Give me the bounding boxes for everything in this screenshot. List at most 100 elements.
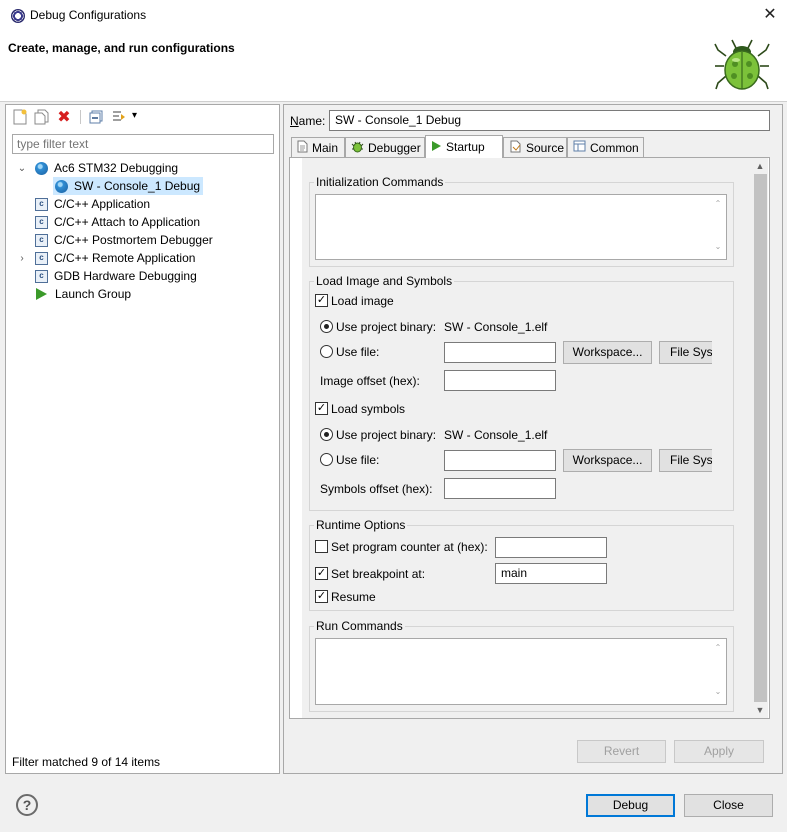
group-title: Initialization Commands (314, 175, 446, 189)
use-file-label: Use file: (336, 453, 380, 467)
duplicate-icon[interactable] (33, 108, 51, 126)
scrollbar-thumb[interactable] (754, 174, 767, 702)
expand-chevron-right-icon[interactable]: › (17, 253, 27, 264)
c-launch-icon: c (35, 197, 48, 211)
set-breakpoint-checkbox[interactable]: ✓ (315, 567, 328, 580)
collapse-all-icon[interactable] (87, 108, 105, 126)
image-use-project-binary-radio[interactable] (320, 320, 333, 333)
tab-common[interactable]: Common (567, 137, 644, 157)
image-workspace-button[interactable]: Workspace... (563, 341, 652, 364)
tab-label: Main (312, 140, 339, 155)
name-label: Name: (290, 114, 326, 128)
textarea-scroll-down-icon[interactable]: ⌄ (711, 687, 725, 696)
tree-item-cpp-attach[interactable]: c C/C++ Attach to Application (17, 213, 279, 231)
symbols-offset-input[interactable] (444, 478, 556, 499)
initialization-commands-textarea[interactable] (315, 194, 727, 260)
textarea-scroll-down-icon[interactable]: ⌄ (711, 242, 725, 251)
image-use-file-radio[interactable] (320, 345, 333, 358)
image-binary-value: SW - Console_1.elf (444, 320, 548, 334)
tree-item-label: C/C++ Application (54, 197, 151, 211)
load-image-symbols-group (309, 281, 734, 511)
filter-status: Filter matched 9 of 14 items (12, 755, 161, 769)
program-counter-input[interactable] (495, 537, 607, 558)
radio-selected-dot (324, 432, 329, 437)
tree-item-label: SW - Console_1 Debug (74, 179, 201, 193)
new-configuration-icon[interactable] (11, 108, 29, 126)
window-title: Debug Configurations (30, 8, 147, 22)
tab-label: Startup (446, 140, 485, 154)
tab-label: Source (526, 140, 565, 155)
tree-item-label: GDB Hardware Debugging (54, 269, 197, 283)
view-menu-chevron-down-icon[interactable]: ▾ (132, 110, 137, 121)
group-title: Runtime Options (314, 518, 408, 532)
tab-label: Debugger (368, 140, 421, 155)
set-program-counter-label: Set program counter at (hex): (331, 540, 488, 554)
symbols-offset-label: Symbols offset (hex): (320, 482, 433, 496)
common-icon (573, 140, 586, 155)
scroll-up-icon[interactable]: ▲ (752, 158, 768, 174)
selected-item-highlight: SW - Console_1 Debug (53, 177, 204, 195)
symbols-file-input[interactable] (444, 450, 556, 471)
tree-item-label: C/C++ Remote Application (54, 251, 196, 265)
symbols-workspace-button[interactable]: Workspace... (563, 449, 652, 472)
configuration-name-input[interactable]: SW - Console_1 Debug (329, 110, 770, 131)
tree-item-label: Launch Group (55, 287, 132, 301)
tree-item-sw-console-debug[interactable]: SW - Console_1 Debug (17, 177, 279, 195)
resume-checkbox[interactable]: ✓ (315, 590, 328, 603)
image-file-system-button[interactable]: File Syst (659, 341, 712, 364)
tab-debugger[interactable]: Debugger (345, 137, 425, 157)
textarea-scroll-up-icon[interactable]: ⌃ (711, 643, 725, 652)
load-symbols-checkbox[interactable]: ✓ (315, 402, 328, 415)
debug-bug-icon (714, 39, 770, 90)
filter-icon[interactable] (110, 108, 128, 126)
globe-icon (35, 161, 48, 175)
textarea-scroll-up-icon[interactable]: ⌃ (711, 199, 725, 208)
tree-item-launch-group[interactable]: Launch Group (17, 285, 279, 303)
image-offset-label: Image offset (hex): (320, 374, 420, 388)
tab-source[interactable]: Source (503, 137, 567, 157)
load-image-checkbox[interactable]: ✓ (315, 294, 328, 307)
use-project-binary-label: Use project binary: (336, 320, 437, 334)
banner-title: Create, manage, and run configurations (8, 41, 235, 55)
radio-selected-dot (324, 324, 329, 329)
scroll-down-icon[interactable]: ▼ (752, 702, 768, 718)
close-button[interactable]: Close (684, 794, 773, 817)
tab-label: Common (590, 140, 639, 155)
symbols-use-file-radio[interactable] (320, 453, 333, 466)
tree-item-cpp-application[interactable]: c C/C++ Application (17, 195, 279, 213)
symbols-file-system-button[interactable]: File Syst (659, 449, 712, 472)
expand-chevron-down-icon[interactable]: ⌄ (17, 163, 27, 174)
delete-icon[interactable]: ✖ (55, 108, 73, 126)
configuration-tree: ⌄ Ac6 STM32 Debugging SW - Console_1 Deb… (17, 159, 279, 303)
tree-item-label: Ac6 STM32 Debugging (54, 161, 179, 175)
filter-input[interactable] (12, 134, 274, 154)
tree-item-cpp-remote[interactable]: › c C/C++ Remote Application (17, 249, 279, 267)
tree-item-cpp-postmortem[interactable]: c C/C++ Postmortem Debugger (17, 231, 279, 249)
image-offset-input[interactable] (444, 370, 556, 391)
debug-button[interactable]: Debug (586, 794, 675, 817)
group-title: Load Image and Symbols (314, 274, 455, 288)
help-icon[interactable]: ? (16, 794, 38, 816)
group-title: Run Commands (314, 619, 405, 633)
breakpoint-input[interactable]: main (495, 563, 607, 584)
symbols-use-project-binary-radio[interactable] (320, 428, 333, 441)
use-project-binary-label: Use project binary: (336, 428, 437, 442)
symbols-binary-value: SW - Console_1.elf (444, 428, 548, 442)
resume-label: Resume (331, 590, 376, 604)
apply-button[interactable]: Apply (674, 740, 764, 763)
run-commands-textarea[interactable] (315, 638, 727, 705)
toolbar-separator (80, 110, 81, 124)
image-file-input[interactable] (444, 342, 556, 363)
close-window-button[interactable]: ✕ (758, 4, 782, 26)
load-image-label: Load image (331, 294, 394, 308)
tree-item-label: C/C++ Postmortem Debugger (54, 233, 213, 247)
launch-group-icon (36, 288, 47, 300)
tree-item-ac6-stm32[interactable]: ⌄ Ac6 STM32 Debugging (17, 159, 279, 177)
tab-main[interactable]: Main (291, 137, 345, 157)
revert-button[interactable]: Revert (577, 740, 666, 763)
tree-item-gdb-hardware[interactable]: c GDB Hardware Debugging (17, 267, 279, 285)
set-program-counter-checkbox[interactable] (315, 540, 328, 553)
tree-item-label: C/C++ Attach to Application (54, 215, 201, 229)
tab-startup[interactable]: Startup (425, 135, 503, 158)
use-file-label: Use file: (336, 345, 380, 359)
